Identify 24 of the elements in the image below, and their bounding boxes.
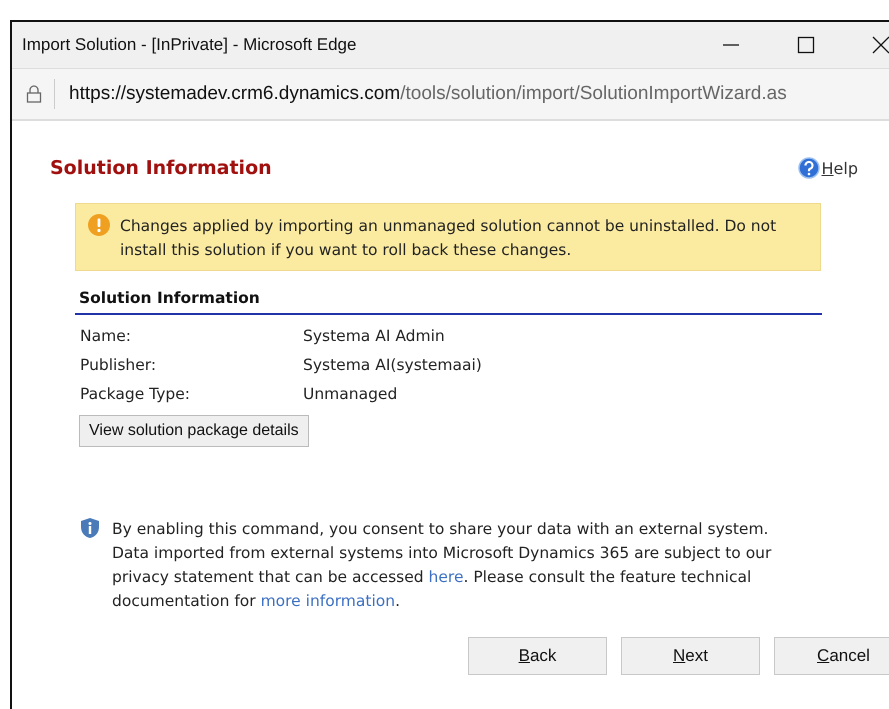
field-label: Publisher:: [80, 356, 158, 374]
field-value: Systema AI Admin: [303, 327, 446, 345]
consent-notice: By enabling this command, you consent to share your data with an external system. Data imported from external systems into Microsoft Dynamics 365 are subject to our privacy statement that can be accessed here. Please consult the feature technical documentation for more information.: [112, 519, 772, 612]
warning-icon: [88, 214, 110, 236]
field-label: Name:: [80, 327, 132, 345]
wizard-button[interactable]: Cancel: [774, 637, 889, 675]
field-label: Package Type:: [80, 385, 191, 403]
field-value: Systema AI(systemaai): [303, 356, 483, 374]
wizard-button[interactable]: Next: [621, 637, 760, 675]
lock-icon: [26, 85, 42, 103]
warning-text: Changes applied by importing an unmanaged solution cannot be uninstalled. Do not install this solution if you want to roll back these changes.: [120, 216, 778, 261]
notice-link[interactable]: here: [428, 568, 464, 586]
window-title: Import Solution - [InPrivate] - Microsoft Edge: [22, 35, 356, 55]
field-value: Unmanaged: [303, 385, 398, 403]
shield-info-icon: [80, 517, 100, 539]
page-heading: Solution Information: [50, 157, 272, 179]
help-link[interactable]: Help: [798, 157, 858, 179]
notice-link[interactable]: more information: [260, 592, 396, 610]
maximize-icon[interactable]: [797, 36, 815, 54]
close-icon[interactable]: [872, 36, 889, 54]
view-details-button[interactable]: View solution package details: [79, 415, 309, 447]
help-icon: [798, 157, 820, 179]
wizard-button[interactable]: Back: [468, 637, 607, 675]
section-title: Solution Information: [75, 285, 822, 315]
